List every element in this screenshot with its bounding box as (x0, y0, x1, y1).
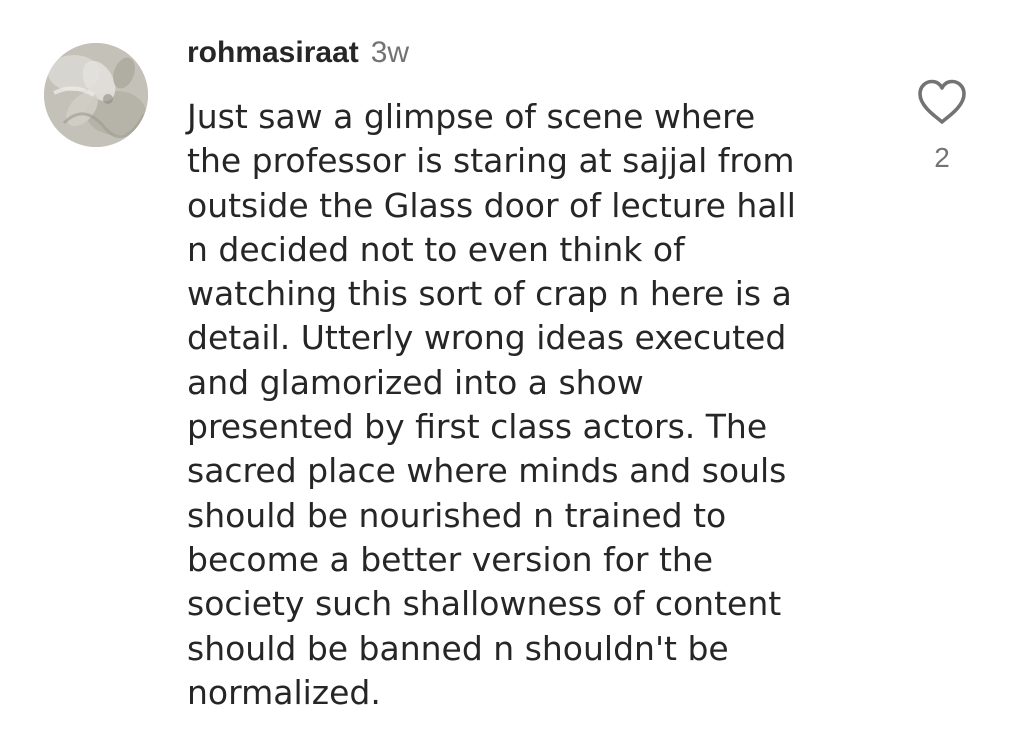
comment-text-line: n decided not to even think of (187, 229, 685, 269)
like-count[interactable]: 2 (912, 142, 972, 174)
comment-text-line: should be nourished n trained to (187, 495, 727, 535)
comment-text-line: the professor is staring at sajjal from (187, 141, 795, 181)
comment-text-line: and glamorized into a show (187, 362, 644, 402)
username[interactable]: rohmasiraat (187, 36, 359, 70)
heart-outline-icon[interactable] (916, 78, 968, 126)
comment-text-line: watching this sort of crap n here is a (187, 274, 792, 314)
comment-header: rohmasiraat 3w (187, 36, 409, 80)
comment-text: Just saw a glimpse of scene where the pr… (187, 95, 887, 715)
timestamp: 3w (370, 36, 410, 69)
comment-text-line: outside the Glass door of lecture hall (187, 185, 796, 225)
comment-text-line: detail. Utterly wrong ideas executed (187, 318, 787, 358)
comment: rohmasiraat 3w Just saw a glimpse of sce… (0, 0, 1024, 734)
comment-text-line: society such shallowness of content (187, 584, 782, 624)
comment-text-line: become a better version for the (187, 539, 714, 579)
comment-text-line: should be banned n shouldn't be (187, 628, 729, 668)
comment-text-line: Just saw a glimpse of scene where (187, 97, 756, 136)
comment-text-line: presented by first class actors. The (187, 407, 768, 447)
avatar[interactable] (44, 43, 148, 147)
like-group: 2 (912, 78, 972, 174)
comment-text-line: normalized. (187, 672, 381, 712)
avatar-image (44, 43, 148, 147)
comment-text-line: sacred place where minds and souls (187, 451, 787, 491)
